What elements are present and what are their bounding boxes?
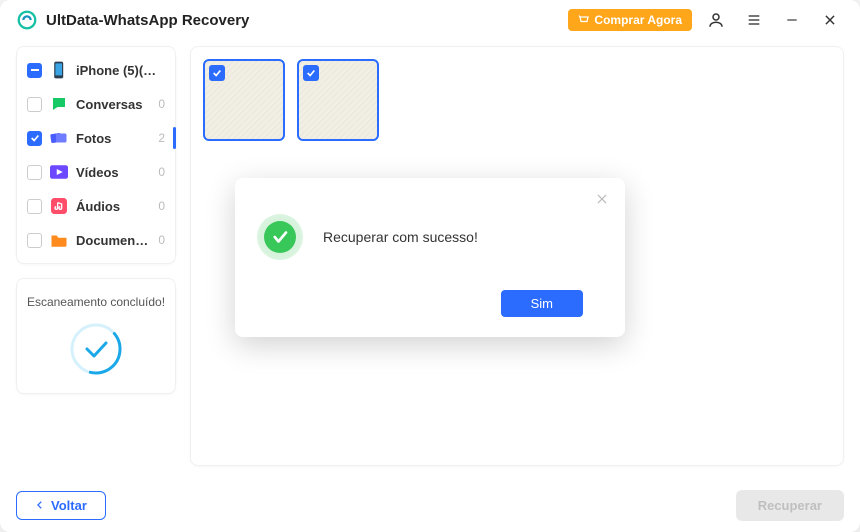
chevron-left-icon [35, 500, 45, 510]
success-icon [257, 214, 303, 260]
buy-now-label: Comprar Agora [594, 13, 682, 27]
sidebar-item-label: Áudios [76, 199, 150, 214]
sidebar-item-audio[interactable]: Áudios 0 [17, 189, 175, 223]
checkbox-icon[interactable] [27, 97, 42, 112]
sidebar-item-label: Vídeos [76, 165, 150, 180]
photo-icon [50, 129, 68, 147]
titlebar: UltData-WhatsApp Recovery Comprar Agora [0, 0, 860, 40]
sidebar-item-count: 0 [158, 97, 165, 111]
phone-icon [50, 61, 68, 79]
app-logo: UltData-WhatsApp Recovery [16, 9, 249, 31]
sidebar-item-chats[interactable]: Conversas 0 [17, 87, 175, 121]
sidebar-item-label: Conversas [76, 97, 150, 112]
buy-now-button[interactable]: Comprar Agora [568, 9, 692, 31]
sidebar-item-label: Fotos [76, 131, 150, 146]
success-dialog: Recuperar com sucesso! Sim [235, 178, 625, 337]
close-icon [595, 192, 609, 206]
close-window-button[interactable] [816, 6, 844, 34]
sidebar-item-device[interactable]: iPhone (5)(iP... [17, 53, 175, 87]
sidebar-item-label: Documentos [76, 233, 150, 248]
dialog-message: Recuperar com sucesso! [323, 229, 478, 245]
sidebar-item-photos[interactable]: Fotos 2 [17, 121, 175, 155]
sidebar-item-label: iPhone (5)(iP... [76, 63, 157, 78]
video-icon [50, 163, 68, 181]
folder-icon [50, 231, 68, 249]
app-title: UltData-WhatsApp Recovery [46, 12, 249, 29]
checkbox-icon[interactable] [27, 131, 42, 146]
scan-complete-icon [68, 321, 124, 377]
photo-thumbnail[interactable] [297, 59, 379, 141]
app-window: UltData-WhatsApp Recovery Comprar Agora [0, 0, 860, 532]
dialog-ok-button[interactable]: Sim [501, 290, 583, 317]
checkbox-icon[interactable] [27, 199, 42, 214]
menu-button[interactable] [740, 6, 768, 34]
sidebar: iPhone (5)(iP... Conversas 0 [16, 46, 176, 466]
sidebar-item-videos[interactable]: Vídeos 0 [17, 155, 175, 189]
back-label: Voltar [51, 498, 87, 513]
minimize-icon [785, 13, 799, 27]
footer: Voltar Recuperar [0, 478, 860, 532]
logo-icon [16, 9, 38, 31]
dialog-close-button[interactable] [591, 188, 613, 210]
checkbox-icon[interactable] [27, 63, 42, 78]
sidebar-item-count: 0 [158, 233, 165, 247]
chat-icon [50, 95, 68, 113]
account-button[interactable] [702, 6, 730, 34]
thumb-checkbox-icon[interactable] [303, 65, 319, 81]
photo-thumbnail[interactable] [203, 59, 285, 141]
scan-status-text: Escaneamento concluído! [25, 295, 167, 309]
menu-icon [746, 12, 762, 28]
sidebar-item-count: 0 [158, 165, 165, 179]
back-button[interactable]: Voltar [16, 491, 106, 520]
category-list: iPhone (5)(iP... Conversas 0 [16, 46, 176, 264]
cart-icon [578, 14, 590, 26]
minimize-button[interactable] [778, 6, 806, 34]
thumb-checkbox-icon[interactable] [209, 65, 225, 81]
audio-icon [50, 197, 68, 215]
close-icon [823, 13, 837, 27]
checkbox-icon[interactable] [27, 165, 42, 180]
user-icon [707, 11, 725, 29]
recover-button[interactable]: Recuperar [736, 490, 844, 521]
checkbox-icon[interactable] [27, 233, 42, 248]
sidebar-item-count: 2 [158, 131, 165, 145]
scan-status-box: Escaneamento concluído! [16, 278, 176, 394]
sidebar-item-count: 0 [158, 199, 165, 213]
sidebar-item-documents[interactable]: Documentos 0 [17, 223, 175, 257]
